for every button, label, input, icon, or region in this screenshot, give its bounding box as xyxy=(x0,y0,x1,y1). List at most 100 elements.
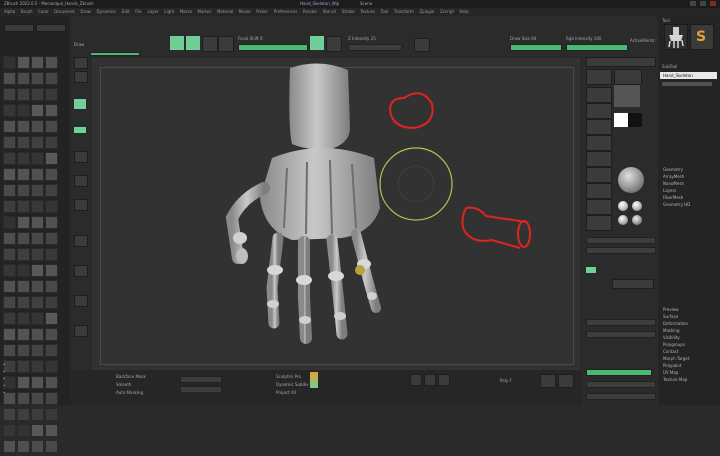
bottom-button[interactable] xyxy=(540,374,556,388)
shelf-slider[interactable] xyxy=(586,247,656,254)
brush-tile[interactable] xyxy=(17,328,30,341)
brush-tile[interactable] xyxy=(3,296,16,309)
list-item[interactable]: Masking xyxy=(660,327,716,334)
material-sphere[interactable] xyxy=(618,167,644,193)
brush-tile[interactable] xyxy=(45,200,58,213)
scale-button[interactable] xyxy=(218,36,234,52)
frame-button[interactable] xyxy=(586,215,612,231)
floor-button[interactable] xyxy=(586,183,612,199)
brush-tile[interactable] xyxy=(31,184,44,197)
brush-tile[interactable] xyxy=(31,264,44,277)
brush-tile[interactable] xyxy=(31,312,44,325)
zsub-button[interactable] xyxy=(326,36,342,52)
brush-tile[interactable] xyxy=(3,264,16,277)
transform-gizmo[interactable] xyxy=(379,147,453,221)
swatch-button[interactable] xyxy=(414,38,430,52)
brush-tile[interactable] xyxy=(31,120,44,133)
brush-tile[interactable] xyxy=(17,152,30,165)
brush-tile[interactable] xyxy=(45,184,58,197)
window-tab[interactable]: Hand_Skeleton_Wip xyxy=(300,1,339,6)
draw-size-slider[interactable] xyxy=(510,44,562,51)
bottom-slider[interactable] xyxy=(180,386,222,393)
close-icon[interactable] xyxy=(710,1,716,6)
brush-tile[interactable] xyxy=(31,232,44,245)
brush-tile[interactable] xyxy=(45,120,58,133)
move-button[interactable] xyxy=(202,36,218,52)
brush-tile[interactable] xyxy=(31,216,44,229)
shelf-slider[interactable] xyxy=(586,331,656,338)
minimize-icon[interactable] xyxy=(690,1,696,6)
tray-list-item[interactable]: • xyxy=(0,382,70,389)
menu-item[interactable]: Color xyxy=(38,8,48,16)
brush-tile[interactable] xyxy=(45,344,58,357)
bottom-label[interactable]: Auto Masking xyxy=(116,390,143,395)
menu-item[interactable]: Light xyxy=(164,8,174,16)
brush-tile[interactable] xyxy=(45,248,58,261)
brush-tile[interactable] xyxy=(3,120,16,133)
brush-tile[interactable] xyxy=(17,440,30,453)
brush-tile[interactable] xyxy=(3,200,16,213)
menu-item[interactable]: Draw xyxy=(80,8,90,16)
material-preview[interactable] xyxy=(614,85,640,107)
brush-tile[interactable] xyxy=(31,440,44,453)
brush-tile[interactable] xyxy=(3,104,16,117)
brush-tile[interactable] xyxy=(45,232,58,245)
shelf-button[interactable] xyxy=(74,175,88,187)
brush-tile[interactable] xyxy=(17,312,30,325)
edit-button[interactable] xyxy=(170,36,184,50)
bottom-label[interactable]: Sculptris Pro xyxy=(276,374,301,379)
simple-brush-thumbnail[interactable]: S xyxy=(690,24,714,50)
menu-item[interactable]: Material xyxy=(217,8,233,16)
hand-model[interactable] xyxy=(225,63,381,344)
menu-item[interactable]: Tool xyxy=(380,8,388,16)
brush-tile[interactable] xyxy=(45,328,58,341)
tray-tab[interactable] xyxy=(35,24,66,32)
brush-tile[interactable] xyxy=(45,296,58,309)
shelf-slider[interactable] xyxy=(586,237,656,244)
brush-tile[interactable] xyxy=(17,216,30,229)
draw-button[interactable] xyxy=(186,36,200,50)
brush-tile[interactable] xyxy=(3,88,16,101)
poly-f-button[interactable] xyxy=(410,374,422,386)
material-sphere-small[interactable] xyxy=(632,201,642,211)
brush-tile[interactable] xyxy=(3,424,16,437)
brush-tile[interactable] xyxy=(17,88,30,101)
menu-item[interactable]: File xyxy=(135,8,142,16)
brush-tile[interactable] xyxy=(31,88,44,101)
brush-tile[interactable] xyxy=(45,104,58,117)
shelf-button[interactable] xyxy=(74,57,88,69)
brush-tile[interactable] xyxy=(31,280,44,293)
brush-tile[interactable] xyxy=(3,312,16,325)
tray-list-item[interactable]: • xyxy=(0,361,70,368)
brush-tile[interactable] xyxy=(3,56,16,69)
menu-item[interactable]: Zscript xyxy=(440,8,454,16)
transp-button[interactable] xyxy=(424,374,436,386)
list-item[interactable]: UV Map xyxy=(660,369,716,376)
bottom-label[interactable]: Project All xyxy=(276,390,296,395)
list-item[interactable]: Texture Map xyxy=(660,376,716,383)
bottom-label[interactable]: Backface Mask xyxy=(116,374,146,379)
menu-item[interactable]: Marker xyxy=(198,8,212,16)
z-intensity-slider[interactable] xyxy=(348,44,402,51)
brush-tile[interactable] xyxy=(17,184,30,197)
brush-tile[interactable] xyxy=(17,168,30,181)
shelf-button[interactable] xyxy=(74,151,88,163)
brush-tile[interactable] xyxy=(17,232,30,245)
bottom-button[interactable] xyxy=(558,374,574,388)
menu-item[interactable]: Picker xyxy=(256,8,268,16)
brush-tile[interactable] xyxy=(3,152,16,165)
list-item[interactable]: Geometry xyxy=(660,166,716,173)
list-item[interactable]: Surface xyxy=(660,313,716,320)
list-item[interactable]: Morph Target xyxy=(660,355,716,362)
brush-tile[interactable] xyxy=(45,56,58,69)
brush-tile[interactable] xyxy=(31,168,44,181)
brush-tile[interactable] xyxy=(45,424,58,437)
brush-tile[interactable] xyxy=(17,344,30,357)
shelf-slider[interactable] xyxy=(586,381,656,388)
brush-tile[interactable] xyxy=(45,136,58,149)
menu-item[interactable]: Help xyxy=(460,8,469,16)
brush-tile[interactable] xyxy=(3,344,16,357)
brush-tile[interactable] xyxy=(3,248,16,261)
shelf-button[interactable] xyxy=(74,199,88,211)
zadd-button[interactable] xyxy=(310,36,324,50)
